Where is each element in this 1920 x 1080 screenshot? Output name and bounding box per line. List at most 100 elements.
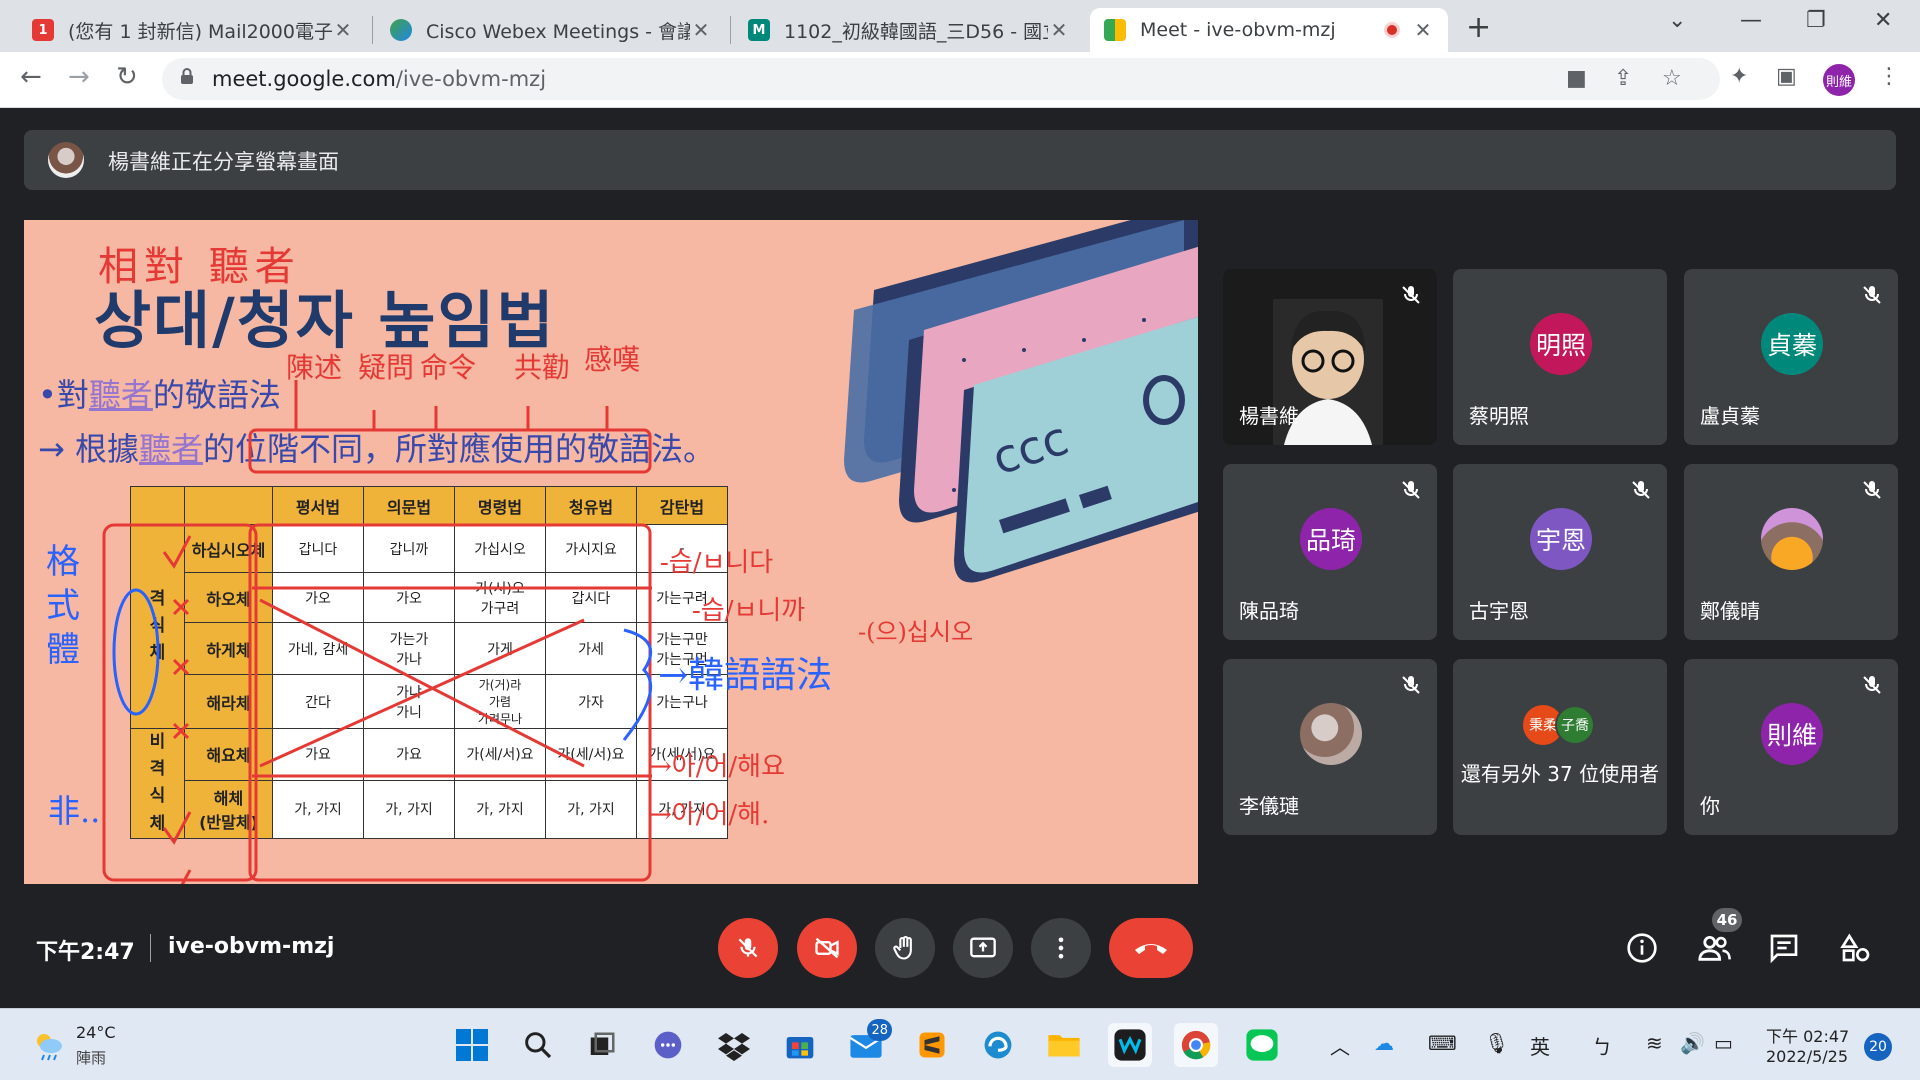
back-icon[interactable]: ← — [20, 62, 42, 92]
extensions-icon[interactable]: ✦ — [1730, 64, 1748, 89]
close-icon[interactable]: ✕ — [690, 18, 712, 42]
ime-mode-indicator[interactable]: ㄅ — [1592, 1031, 1612, 1060]
participant-tile[interactable]: 楊書維 — [1223, 269, 1437, 445]
search-button[interactable] — [516, 1023, 560, 1067]
line-button[interactable] — [1240, 1023, 1284, 1067]
row-name: 하게체 — [184, 622, 273, 675]
side-label-text: 비 격 식 체 — [149, 732, 166, 834]
edge-button[interactable] — [976, 1023, 1020, 1067]
leave-call-button[interactable] — [1109, 918, 1193, 978]
people-button[interactable] — [1694, 928, 1734, 968]
taskbar-clock-time[interactable]: 下午 02:47 — [1766, 1023, 1849, 1047]
tab-title: Meet - ive-obvm-mzj — [1140, 19, 1336, 41]
participant-tile[interactable]: 鄭儀晴 — [1684, 464, 1898, 640]
table-cell: 가는가 가나 — [363, 622, 455, 675]
close-icon[interactable]: ✕ — [1048, 18, 1070, 42]
mail-favicon-icon: 1 — [32, 19, 54, 41]
address-bar[interactable]: meet.google.com/ive-obvm-mzj ■ ⇪ ☆ — [162, 58, 1720, 100]
keyboard-icon[interactable]: ⌨ — [1428, 1031, 1457, 1055]
hang-up-icon — [1135, 944, 1167, 954]
forward-icon[interactable]: → — [68, 62, 90, 92]
bullet-text: 的位階不同，所對應使用的敬語法。 — [203, 430, 716, 468]
store-button[interactable] — [778, 1023, 822, 1067]
wifi-icon[interactable]: ≋ — [1646, 1031, 1663, 1055]
table-cell: 가, 가지 — [363, 779, 455, 839]
side-panel-icon[interactable]: ▣ — [1776, 64, 1797, 89]
menu-kebab-icon[interactable]: ⋮ — [1878, 64, 1900, 89]
participant-tile[interactable]: 李儀璉 — [1223, 659, 1437, 835]
participant-tile[interactable]: 貞蓁 盧貞蓁 — [1684, 269, 1898, 445]
close-icon[interactable]: ✕ — [1412, 18, 1434, 42]
windows-logo-icon — [456, 1029, 488, 1061]
chat-button[interactable] — [1764, 928, 1804, 968]
present-screen-button[interactable] — [953, 918, 1013, 978]
dropbox-button[interactable] — [712, 1023, 756, 1067]
ink-label: 陳述 — [286, 351, 343, 384]
table-row: 하오체 가오 가오 가(시)오 가구려 갑시다 가는구려 — [131, 572, 728, 623]
participant-tile[interactable]: 宇恩 古宇恩 — [1453, 464, 1667, 640]
taskbar-clock-date[interactable]: 2022/5/25 — [1766, 1047, 1848, 1066]
minimize-button[interactable]: — — [1740, 8, 1762, 33]
table-cell: 갑니까 — [363, 524, 455, 573]
volume-icon[interactable]: 🔊 — [1680, 1031, 1705, 1055]
weather-rain-icon[interactable] — [30, 1027, 66, 1063]
tab-search-icon[interactable]: ⌄ — [1668, 8, 1686, 33]
mail-button[interactable]: 28 — [844, 1019, 892, 1067]
info-icon — [1627, 933, 1657, 963]
screen-share-banner: 楊書維正在分享螢幕畫面 — [24, 130, 1896, 190]
tab-meet[interactable]: Meet - ive-obvm-mzj ✕ — [1090, 8, 1448, 52]
notification-center-badge[interactable]: 20 — [1864, 1033, 1892, 1061]
webex-button[interactable] — [1108, 1023, 1152, 1067]
onedrive-icon[interactable]: ☁ — [1374, 1031, 1394, 1055]
side-label-informal: 비 격 식 체 — [130, 728, 185, 839]
ime-language-indicator[interactable]: 英 — [1530, 1031, 1550, 1060]
tab-webex[interactable]: Cisco Webex Meetings - 會議詳 ✕ — [376, 8, 726, 52]
mic-off-icon — [738, 938, 758, 958]
profile-avatar[interactable]: 則維 — [1823, 64, 1855, 96]
start-button[interactable] — [450, 1023, 494, 1067]
participant-avatar-photo — [1761, 508, 1823, 570]
activities-button[interactable] — [1836, 928, 1876, 968]
battery-icon[interactable]: ▭ — [1714, 1031, 1733, 1055]
meeting-time: 下午2:47 — [36, 940, 135, 965]
mic-off-icon — [1863, 481, 1881, 499]
new-tab-button[interactable]: + — [1466, 10, 1491, 45]
share-icon[interactable]: ⇪ — [1614, 66, 1632, 91]
file-explorer-button[interactable] — [1042, 1023, 1086, 1067]
participant-tile[interactable]: 品琦 陳品琦 — [1223, 464, 1437, 640]
tab-mail2000[interactable]: 1 (您有 1 封新信) Mail2000電子信 ✕ — [18, 8, 368, 52]
show-hidden-icons-button[interactable]: ︿ — [1330, 1031, 1350, 1060]
tab-course[interactable]: M 1102_初級韓國語_三D56 - 國立 ✕ — [734, 8, 1084, 52]
table-cell: 간다 — [272, 674, 364, 729]
restore-button[interactable]: ❐ — [1806, 8, 1826, 33]
sublime-button[interactable] — [910, 1023, 954, 1067]
webex-icon — [1114, 1029, 1146, 1061]
teams-chat-button[interactable] — [646, 1023, 690, 1067]
bookmark-star-icon[interactable]: ☆ — [1662, 66, 1682, 91]
more-options-button[interactable] — [1031, 918, 1091, 978]
chat-bubble-icon — [654, 1031, 682, 1059]
participant-name: 蔡明照 — [1469, 404, 1529, 428]
microphone-icon[interactable]: 🎙 — [1484, 1031, 1509, 1055]
ink-label: 疑問 — [358, 351, 415, 384]
ink-note: -(으)십시오 — [858, 618, 974, 646]
meeting-details-button[interactable] — [1622, 928, 1662, 968]
close-icon[interactable]: ✕ — [332, 18, 354, 42]
task-view-button[interactable] — [580, 1023, 624, 1067]
chrome-button[interactable] — [1174, 1023, 1218, 1067]
dropbox-icon — [718, 1033, 750, 1061]
participant-tile[interactable]: 明照 蔡明照 — [1453, 269, 1667, 445]
raise-hand-button[interactable] — [875, 918, 935, 978]
camera-permission-icon[interactable]: ■ — [1566, 66, 1587, 91]
reload-icon[interactable]: ↻ — [116, 62, 138, 92]
tab-divider — [730, 16, 731, 44]
tab-title: Cisco Webex Meetings - 會議詳 — [426, 20, 690, 43]
more-vert-icon — [1058, 937, 1064, 959]
camera-toggle-button[interactable] — [797, 918, 857, 978]
mic-toggle-button[interactable] — [718, 918, 778, 978]
self-tile[interactable]: 則維 你 — [1684, 659, 1898, 835]
table-cell: 가시지요 — [545, 524, 637, 573]
close-window-button[interactable]: ✕ — [1874, 8, 1892, 33]
others-tile[interactable]: 秉柔 子喬 還有另外 37 位使用者 — [1453, 659, 1667, 835]
ink-note: -습/ㅂ니까 — [692, 596, 806, 626]
